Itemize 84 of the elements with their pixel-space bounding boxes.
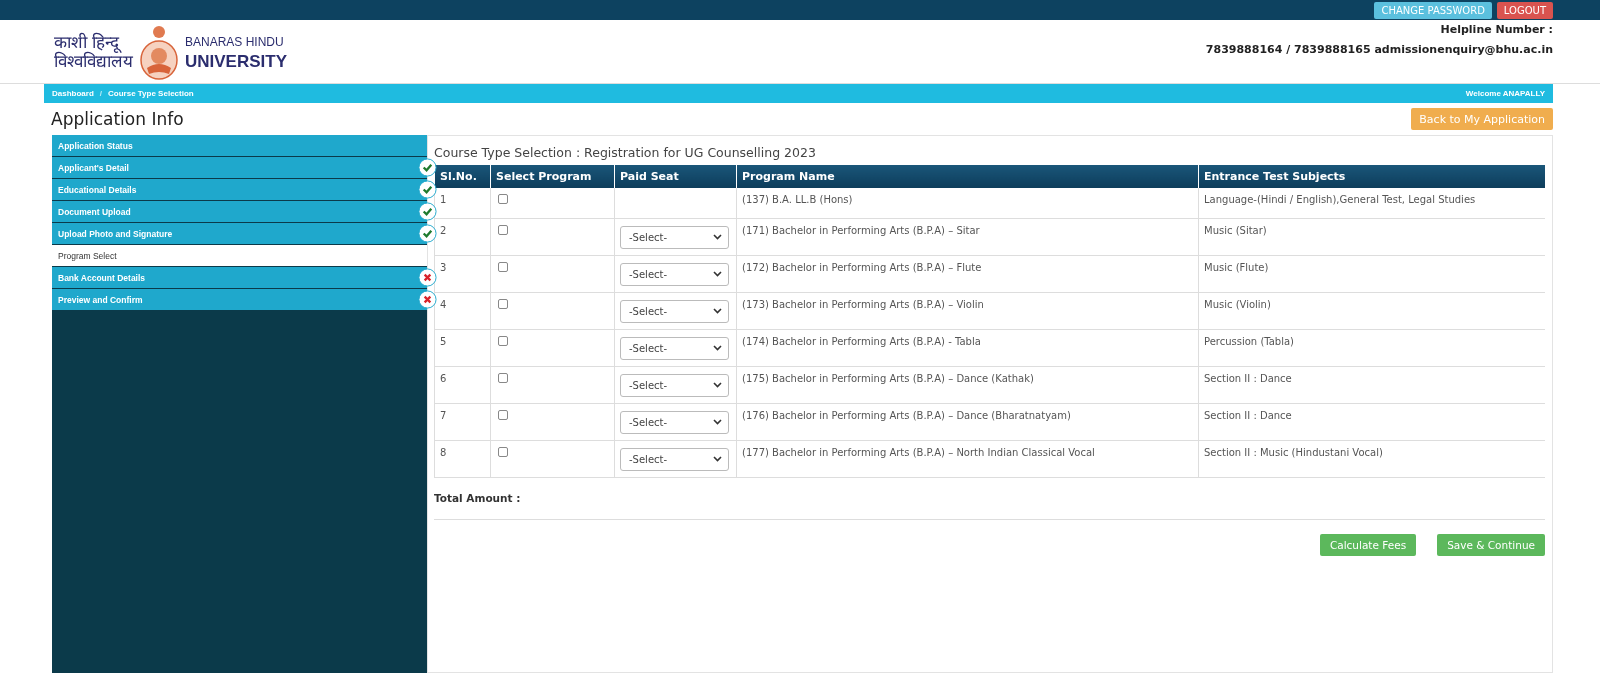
panel-title: Course Type Selection : Registration for UG Counselling 2023	[434, 145, 817, 160]
table-cell: (174) Bachelor in Performing Arts (B.P.A) - Tabla	[742, 335, 981, 347]
sidebar-item[interactable]: Upload Photo and Signature	[52, 223, 427, 244]
change-password-button[interactable]: CHANGE PASSWORD	[1374, 1, 1492, 19]
page-title: Application Info	[51, 109, 184, 129]
table-cell: Section II : Dance	[1204, 409, 1292, 421]
paid-seat-dropdown[interactable]: -Select-	[620, 225, 729, 249]
logo-hindi-text: काशी हिन्दू	[54, 32, 122, 52]
table-cell: Music (Flute)	[1204, 261, 1269, 273]
table-cell: (171) Bachelor in Performing Arts (B.P.A) – Sitar	[742, 224, 980, 236]
program-checkbox[interactable]	[498, 446, 508, 457]
paid-seat-dropdown[interactable]: -Select-	[620, 410, 729, 434]
breadcrumb-separator: /	[99, 89, 103, 98]
logo-english-text: UNIVERSITY	[185, 51, 288, 71]
program-checkbox[interactable]	[498, 194, 508, 204]
chevron-down-icon	[713, 271, 722, 277]
table-cell: 2	[440, 224, 447, 236]
helpline-label: Helpline Number :	[1440, 23, 1553, 36]
chevron-down-icon	[713, 456, 722, 462]
sidebar-item[interactable]: Preview and Confirm	[52, 289, 427, 310]
breadcrumb-link[interactable]: Course Type Selection	[108, 89, 194, 98]
table-cell: (177) Bachelor in Performing Arts (B.P.A) – North Indian Classical Vocal	[742, 446, 1095, 458]
column-header: Sl.No.	[434, 165, 491, 188]
program-checkbox[interactable]	[498, 224, 508, 235]
sidebar-item[interactable]: Application Status	[52, 135, 427, 156]
logout-button[interactable]: LOGOUT	[1496, 1, 1553, 19]
back-button[interactable]: Back to My Application	[1411, 108, 1553, 130]
check-icon	[418, 180, 437, 199]
table-cell: Language-(Hindi / English),General Test, Legal Studies	[1204, 194, 1476, 205]
sidebar-item[interactable]: Educational Details	[52, 179, 427, 200]
table-cell: (175) Bachelor in Performing Arts (B.P.A) – Dance (Kathak)	[742, 372, 1034, 384]
sidebar-item[interactable]: Bank Account Details	[52, 267, 427, 288]
table-cell: 3	[440, 261, 447, 273]
welcome-text: Welcome ANAPALLY	[1465, 89, 1545, 98]
table-cell: 6	[440, 372, 447, 384]
table-cell: Percussion (Tabla)	[1204, 335, 1295, 347]
total-amount-label: Total Amount :	[434, 491, 521, 504]
column-header: Select Program	[490, 165, 615, 188]
program-checkbox[interactable]	[498, 409, 508, 420]
table-cell: 8	[440, 446, 447, 458]
column-header: Program Name	[736, 165, 1199, 188]
table-cell: (173) Bachelor in Performing Arts (B.P.A) – Violin	[742, 298, 984, 310]
chevron-down-icon	[713, 308, 722, 314]
cross-icon	[418, 268, 437, 287]
program-checkbox[interactable]	[498, 372, 508, 383]
chevron-down-icon	[713, 382, 722, 388]
sidebar-item[interactable]: Document Upload	[52, 201, 427, 222]
sidebar-item[interactable]: Program Select	[52, 245, 427, 266]
table-cell: 1	[440, 194, 447, 205]
logo-hindi-text: विश्वविद्यालय	[54, 51, 133, 71]
check-icon	[418, 202, 437, 221]
logo-english-text: BANARAS HINDU	[185, 33, 285, 51]
calculate-fees-button[interactable]: Calculate Fees	[1319, 533, 1417, 556]
program-checkbox[interactable]	[498, 335, 508, 346]
table-cell: (176) Bachelor in Performing Arts (B.P.A) – Dance (Bharatnatyam)	[742, 409, 1071, 421]
sidebar-item[interactable]: Applicant's Detail	[52, 157, 427, 178]
check-icon	[418, 224, 437, 243]
table-cell: 4	[440, 298, 447, 310]
paid-seat-dropdown[interactable]: -Select-	[620, 373, 729, 397]
table-cell: Music (Violin)	[1204, 298, 1271, 310]
table-cell: (172) Bachelor in Performing Arts (B.P.A) – Flute	[742, 261, 982, 273]
paid-seat-dropdown[interactable]: -Select-	[620, 299, 729, 323]
paid-seat-dropdown[interactable]: -Select-	[620, 447, 729, 471]
check-icon	[418, 158, 437, 177]
table-cell: 5	[440, 335, 447, 347]
table-cell: 7	[440, 409, 447, 421]
program-checkbox[interactable]	[498, 261, 508, 272]
paid-seat-dropdown[interactable]: -Select-	[620, 336, 729, 360]
table-cell: Music (Sitar)	[1204, 224, 1267, 236]
helpline-contact: 7839888164 / 7839888165 admissionenquiry@bhu.ac.in	[1205, 43, 1553, 56]
chevron-down-icon	[713, 345, 722, 351]
column-header: Paid Seat	[614, 165, 737, 188]
paid-seat-dropdown[interactable]: -Select-	[620, 262, 729, 286]
table-cell: Section II : Dance	[1204, 372, 1292, 384]
university-emblem-icon	[139, 23, 179, 80]
table-cell: (137) B.A. LL.B (Hons)	[742, 194, 853, 205]
breadcrumb-link[interactable]: Dashboard	[52, 89, 94, 98]
cross-icon	[418, 290, 437, 309]
column-header: Entrance Test Subjects	[1198, 165, 1545, 188]
table-cell: Section II : Music (Hindustani Vocal)	[1204, 446, 1383, 458]
chevron-down-icon	[713, 234, 722, 240]
program-checkbox[interactable]	[498, 298, 508, 309]
chevron-down-icon	[713, 419, 722, 425]
save-continue-button[interactable]: Save & Continue	[1437, 533, 1545, 556]
